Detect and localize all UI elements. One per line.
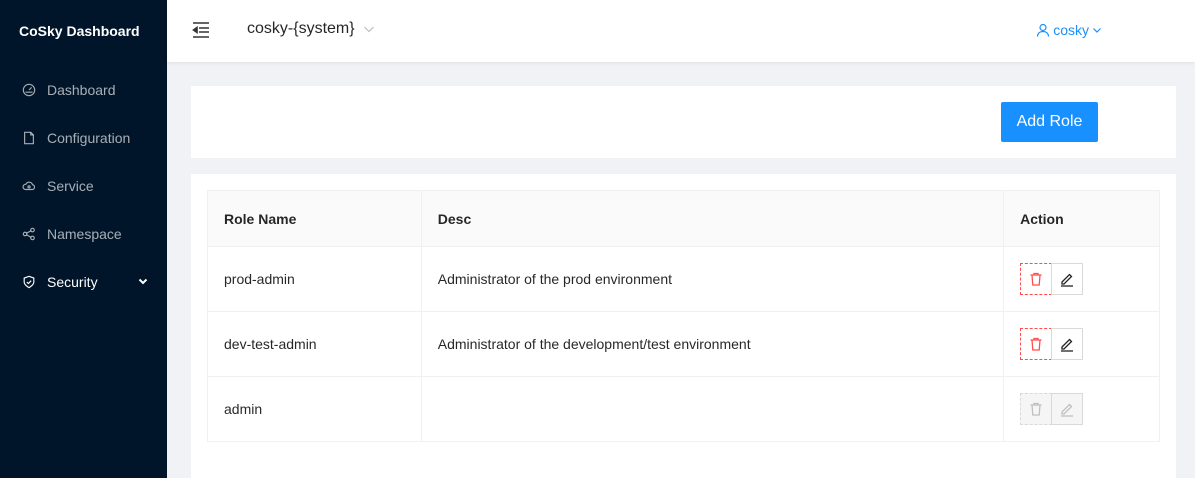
edit-icon: [1061, 273, 1074, 287]
sidebar-item-label: Service: [47, 178, 94, 194]
user-icon: [1037, 23, 1050, 37]
sidebar-item-configuration[interactable]: Configuration: [0, 118, 167, 158]
edit-role-button[interactable]: [1051, 263, 1084, 295]
sidebar-menu: Dashboard Configuration Service Namespac…: [0, 70, 167, 302]
top-header: cosky-{system} cosky: [167, 0, 1195, 62]
namespace-select[interactable]: cosky-{system}: [247, 20, 375, 38]
sidebar-item-label: Namespace: [47, 226, 122, 242]
cloud-icon: [22, 179, 36, 193]
sidebar-item-label: Security: [47, 274, 98, 290]
table-row: admin: [207, 376, 1160, 442]
edit-role-button-disabled: [1051, 393, 1084, 425]
role-desc-cell: Administrator of the prod environment: [420, 246, 1005, 312]
sidebar-item-service[interactable]: Service: [0, 166, 167, 206]
role-desc-cell: Administrator of the development/test en…: [420, 311, 1005, 377]
user-name: cosky: [1053, 22, 1089, 38]
delete-icon: [1030, 402, 1042, 416]
chevron-down-icon: [138, 278, 148, 285]
roles-table: Role Name Desc Action prod-admin Adminis…: [207, 190, 1160, 442]
table-row: dev-test-admin Administrator of the deve…: [207, 311, 1160, 377]
table-header-row: Role Name Desc Action: [207, 190, 1160, 247]
role-action-cell: [1003, 311, 1160, 377]
role-name-cell: admin: [207, 376, 422, 442]
sidebar-item-label: Configuration: [47, 130, 131, 146]
edit-role-button[interactable]: [1051, 328, 1084, 360]
sidebar: CoSky Dashboard Dashboard Configuration …: [0, 0, 167, 478]
sidebar-item-security[interactable]: Security: [0, 262, 167, 302]
delete-role-button[interactable]: [1020, 328, 1053, 360]
shield-icon: [22, 275, 36, 289]
namespace-select-value: cosky-{system}: [247, 20, 355, 37]
column-header-action: Action: [1003, 190, 1160, 247]
role-action-cell: [1003, 246, 1160, 312]
app-logo: CoSky Dashboard: [19, 23, 140, 39]
role-name-cell: prod-admin: [207, 246, 422, 312]
file-icon: [22, 131, 36, 145]
add-role-button[interactable]: Add Role: [1001, 102, 1098, 142]
chevron-down-icon: [1093, 28, 1101, 33]
delete-icon: [1030, 337, 1042, 351]
delete-role-button-disabled: [1020, 393, 1053, 425]
role-desc-cell: [420, 376, 1005, 442]
user-menu[interactable]: cosky: [1036, 22, 1102, 38]
menu-fold-icon[interactable]: [191, 20, 211, 40]
delete-role-button[interactable]: [1020, 263, 1053, 295]
roles-table-card: Role Name Desc Action prod-admin Adminis…: [191, 174, 1176, 478]
edit-icon: [1061, 403, 1074, 417]
delete-icon: [1030, 272, 1042, 286]
column-header-desc: Desc: [420, 190, 1005, 247]
chevron-down-icon: [363, 26, 374, 33]
table-row: prod-admin Administrator of the prod env…: [207, 246, 1160, 312]
dashboard-icon: [22, 83, 36, 97]
role-name-cell: dev-test-admin: [207, 311, 422, 377]
sidebar-item-dashboard[interactable]: Dashboard: [0, 70, 167, 110]
sidebar-item-label: Dashboard: [47, 82, 116, 98]
column-header-role-name: Role Name: [207, 190, 422, 247]
edit-icon: [1061, 338, 1074, 352]
cluster-icon: [22, 227, 36, 241]
toolbar-card: Add Role: [191, 86, 1176, 158]
role-action-cell: [1003, 376, 1160, 442]
sidebar-item-namespace[interactable]: Namespace: [0, 214, 167, 254]
